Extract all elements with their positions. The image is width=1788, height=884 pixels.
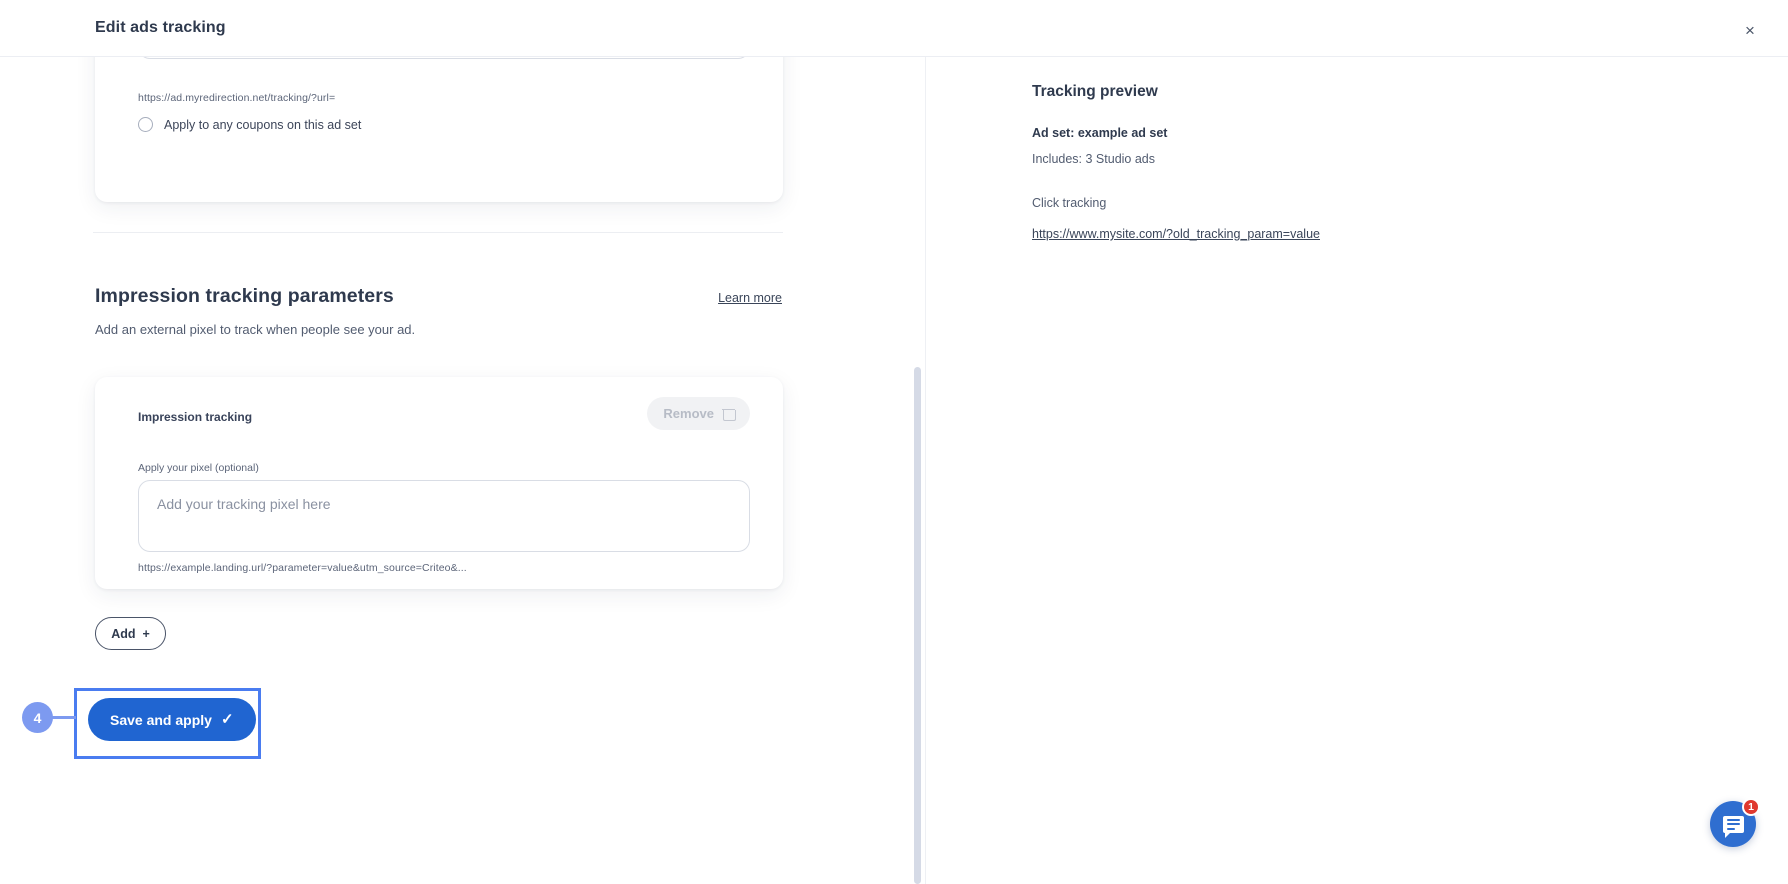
close-icon[interactable]: ×	[1736, 16, 1764, 44]
preview-title: Tracking preview	[1032, 83, 1158, 101]
section-title: Impression tracking parameters	[95, 285, 785, 308]
trash-icon	[723, 407, 734, 420]
preview-click-tracking-label: Click tracking	[1032, 196, 1106, 210]
add-button[interactable]: Add +	[95, 617, 166, 650]
tracking-preview-pane: Tracking preview Ad set: example ad set …	[925, 57, 1788, 884]
click-tracking-card: https://ad.myredirection.net/tracking/?u…	[95, 57, 783, 202]
click-tracking-textarea[interactable]	[138, 57, 750, 59]
scrollbar-thumb[interactable]	[914, 367, 921, 884]
preview-includes: Includes: 3 Studio ads	[1032, 152, 1155, 166]
impression-tracking-label: Impression tracking	[138, 410, 252, 424]
modal-header: Edit ads tracking ×	[0, 0, 1788, 57]
pixel-field-label: Apply your pixel (optional)	[138, 462, 259, 474]
save-button-label: Save and apply	[110, 712, 212, 728]
section-divider	[93, 232, 783, 233]
edit-ads-tracking-modal: Edit ads tracking × https://ad.myredirec…	[0, 0, 1788, 884]
preview-click-tracking-url[interactable]: https://www.mysite.com/?old_tracking_par…	[1032, 227, 1320, 241]
chat-bubble-icon	[1723, 816, 1744, 833]
step-badge: 4	[22, 702, 53, 733]
apply-coupons-label: Apply to any coupons on this ad set	[164, 118, 361, 132]
pixel-url-hint: https://example.landing.url/?parameter=v…	[138, 562, 467, 574]
impression-section-header: Impression tracking parameters Add an ex…	[95, 285, 785, 337]
check-icon: ✓	[221, 712, 234, 727]
plus-icon: +	[143, 627, 150, 641]
chat-unread-badge: 1	[1742, 798, 1760, 816]
remove-button[interactable]: Remove	[647, 397, 750, 430]
remove-button-label: Remove	[663, 406, 714, 421]
modal-body: https://ad.myredirection.net/tracking/?u…	[0, 57, 1788, 884]
page-title: Edit ads tracking	[95, 19, 226, 37]
section-subtitle: Add an external pixel to track when peop…	[95, 322, 785, 337]
click-tracking-url-hint: https://ad.myredirection.net/tracking/?u…	[138, 92, 335, 104]
apply-coupons-row[interactable]: Apply to any coupons on this ad set	[138, 117, 361, 132]
preview-ad-set: Ad set: example ad set	[1032, 126, 1167, 140]
checkbox-icon[interactable]	[138, 117, 153, 132]
scrollbar-track[interactable]	[916, 57, 923, 884]
add-button-label: Add	[111, 627, 135, 641]
save-and-apply-button[interactable]: Save and apply ✓	[88, 698, 256, 741]
form-pane: https://ad.myredirection.net/tracking/?u…	[0, 57, 925, 884]
impression-tracking-card: Impression tracking Remove Apply your pi…	[95, 377, 783, 589]
learn-more-link[interactable]: Learn more	[718, 291, 782, 305]
pixel-input[interactable]	[138, 480, 750, 552]
